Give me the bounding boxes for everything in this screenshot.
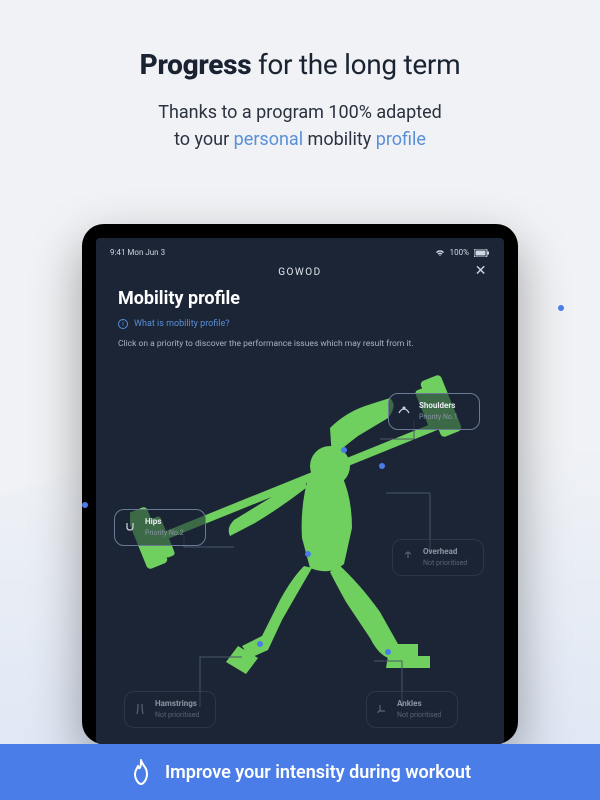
flame-icon <box>129 758 153 786</box>
hips-icon <box>123 520 137 534</box>
bottom-banner-text: Improve your intensity during workout <box>165 762 471 783</box>
battery-icon <box>474 249 490 257</box>
callout-shoulders[interactable]: Shoulders Priority No.1 <box>388 393 480 430</box>
page-title: Mobility profile <box>118 288 482 309</box>
hamstrings-icon <box>133 702 147 716</box>
callout-sub: Not prioritised <box>423 559 473 567</box>
callout-title: Hips <box>145 518 195 527</box>
callout-sub: Priority No.2 <box>145 529 195 537</box>
callout-sub: Priority No.1 <box>419 413 469 421</box>
status-time: 9:41 Mon Jun 3 <box>110 248 165 257</box>
bottom-banner: Improve your intensity during workout <box>0 744 600 800</box>
callout-sub: Not prioritised <box>155 711 205 719</box>
app-name: GOWOD <box>278 267 322 278</box>
info-link-label: What is mobility profile? <box>134 319 230 329</box>
info-icon: i <box>118 319 128 329</box>
tablet-device: 9:41 Mon Jun 3 100% GOWOD ✕ Mobility pro… <box>82 224 518 744</box>
hero-subtitle: Thanks to a program 100% adapted to your… <box>0 99 600 153</box>
tablet-screen: 9:41 Mon Jun 3 100% GOWOD ✕ Mobility pro… <box>96 238 504 744</box>
shoulders-icon <box>397 404 411 418</box>
callout-overhead[interactable]: Overhead Not prioritised <box>392 539 484 576</box>
close-icon[interactable]: ✕ <box>475 263 488 279</box>
overhead-icon <box>401 550 415 564</box>
ankles-icon <box>375 702 389 716</box>
callout-ankles[interactable]: Ankles Not prioritised <box>366 691 458 728</box>
callout-sub: Not prioritised <box>397 711 447 719</box>
status-bar: 9:41 Mon Jun 3 100% <box>96 238 504 261</box>
hero-title: Progress for the long term <box>0 48 600 81</box>
callout-title: Ankles <box>397 700 447 709</box>
callout-hamstrings[interactable]: Hamstrings Not prioritised <box>124 691 216 728</box>
callout-title: Hamstrings <box>155 700 205 709</box>
wifi-icon <box>435 249 445 257</box>
page-description: Click on a priority to discover the perf… <box>118 339 482 349</box>
info-link[interactable]: i What is mobility profile? <box>118 319 482 329</box>
callout-title: Overhead <box>423 548 473 557</box>
callout-hips[interactable]: Hips Priority No.2 <box>114 509 206 546</box>
status-icons: 100% <box>435 248 490 257</box>
callout-title: Shoulders <box>419 402 469 411</box>
figure-area: Shoulders Priority No.1 Hips Priority No… <box>118 361 482 731</box>
